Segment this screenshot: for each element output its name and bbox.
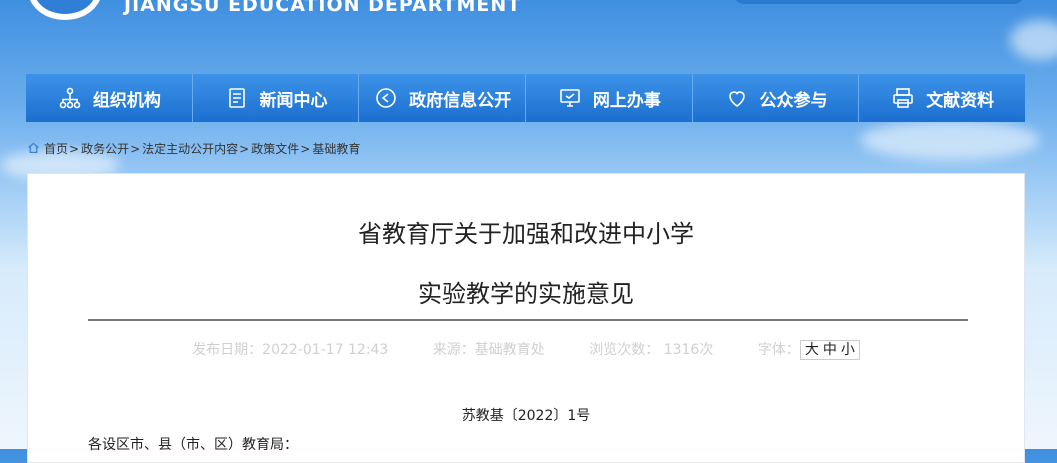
nav-item-gov-info[interactable]: 政府信息公开 [359, 74, 527, 122]
nav-item-org[interactable]: 组织机构 [26, 74, 193, 122]
font-size-label: 字体： [757, 342, 800, 358]
nav-item-label: 组织机构 [92, 90, 161, 111]
breadcrumb-home[interactable]: 首页 [44, 140, 68, 157]
breadcrumb-policy-docs[interactable]: 政策文件 [251, 140, 299, 157]
font-size-medium-button[interactable]: 中 [823, 342, 837, 358]
view-count: 浏览次数： 1316次 [589, 342, 714, 358]
font-size-small-button[interactable]: 小 [841, 342, 855, 358]
nav-item-documents[interactable]: 文献资料 [859, 74, 1025, 122]
printer-icon [890, 85, 916, 111]
nav-item-public-participation[interactable]: 公众参与 [693, 74, 860, 122]
site-logo[interactable] [28, 0, 102, 20]
search-bar[interactable] [734, 0, 1024, 4]
news-document-icon [224, 85, 250, 111]
home-icon [27, 141, 44, 157]
article-source: 来源：基础教育处 [432, 342, 545, 358]
document-recipient: 各设区市、县（市、区）教育局： [88, 437, 298, 453]
play-circle-icon [373, 85, 399, 111]
font-size-large-button[interactable]: 大 [805, 342, 819, 358]
nav-item-label: 公众参与 [759, 90, 828, 111]
font-size-control: 字体：大中小 [757, 340, 860, 360]
nav-item-label: 网上办事 [592, 90, 661, 111]
nav-item-online-service[interactable]: 网上办事 [526, 74, 693, 122]
breadcrumb-gov-affairs[interactable]: 政务公开 [81, 140, 129, 157]
document-number: 苏教基〔2022〕1号 [461, 408, 591, 424]
article-panel: 省教育厅关于加强和改进中小学 实验教学的实施意见 发布日期：2022-01-17… [27, 173, 1025, 463]
nav-item-label: 政府信息公开 [409, 90, 512, 111]
nav-item-label: 文献资料 [926, 90, 995, 111]
monitor-icon [557, 85, 583, 111]
breadcrumb-statutory[interactable]: 法定主动公开内容 [142, 140, 238, 157]
nav-item-label: 新闻中心 [259, 90, 328, 111]
article-title-line2: 实验教学的实施意见 [418, 280, 634, 308]
cloud-decoration [860, 120, 1040, 160]
nav-item-news[interactable]: 新闻中心 [193, 74, 360, 122]
breadcrumb: 首页 > 政务公开 > 法定主动公开内容 > 政策文件 > 基础教育 [27, 140, 360, 157]
site-name-en: JIANGSU EDUCATION DEPARTMENT [124, 0, 522, 16]
title-divider [88, 319, 968, 321]
org-chart-icon [57, 85, 83, 111]
font-size-options: 大中小 [799, 340, 860, 360]
breadcrumb-basic-education[interactable]: 基础教育 [312, 140, 360, 157]
heart-icon [724, 85, 750, 111]
article-title-line1: 省教育厅关于加强和改进中小学 [358, 220, 694, 248]
article-meta: 发布日期：2022-01-17 12:43 来源：基础教育处 浏览次数： 131… [28, 339, 1024, 360]
publish-date: 发布日期：2022-01-17 12:43 [192, 342, 389, 358]
main-nav: 组织机构 新闻中心 政府信息公开 网上办事 公众参与 文献资料 [26, 74, 1025, 122]
site-header: JIANGSU EDUCATION DEPARTMENT [0, 0, 1057, 70]
